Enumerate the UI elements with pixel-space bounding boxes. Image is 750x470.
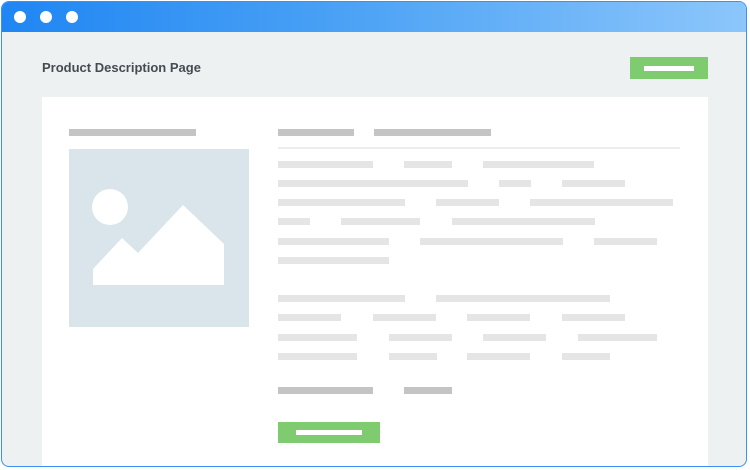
browser-window: Product Description Page <box>1 1 747 467</box>
product-card <box>42 97 708 466</box>
buy-button[interactable] <box>278 422 380 443</box>
text-line-placeholder <box>420 238 563 245</box>
text-line-placeholder <box>278 295 405 302</box>
text-line-placeholder <box>278 199 405 206</box>
button-label-placeholder <box>296 430 362 435</box>
text-line-placeholder <box>452 218 595 225</box>
text-line-placeholder <box>389 353 437 360</box>
text-line-placeholder <box>278 334 357 341</box>
header-action-button[interactable] <box>630 57 708 79</box>
tab-placeholder[interactable] <box>278 129 354 136</box>
text-line-placeholder <box>278 238 389 245</box>
image-placeholder-icon <box>92 189 224 285</box>
text-line-placeholder <box>404 161 452 168</box>
text-line-placeholder <box>467 314 530 321</box>
text-line-placeholder <box>483 334 546 341</box>
tab-divider <box>278 147 680 149</box>
price-value-placeholder <box>404 387 452 394</box>
text-line-placeholder <box>389 334 452 341</box>
text-line-placeholder <box>562 180 625 187</box>
tab-placeholder[interactable] <box>374 129 491 136</box>
text-line-placeholder <box>436 199 499 206</box>
text-line-placeholder <box>278 314 341 321</box>
text-line-placeholder <box>341 218 420 225</box>
text-line-placeholder <box>467 353 530 360</box>
text-line-placeholder <box>373 314 436 321</box>
price-label-placeholder <box>278 387 373 394</box>
text-line-placeholder <box>578 334 657 341</box>
page-title: Product Description Page <box>42 60 201 75</box>
button-label-placeholder <box>644 65 694 71</box>
text-line-placeholder <box>278 257 389 264</box>
text-line-placeholder <box>278 161 373 168</box>
text-line-placeholder <box>530 199 673 206</box>
text-line-placeholder <box>278 218 310 225</box>
text-line-placeholder <box>483 161 594 168</box>
title-bar <box>2 2 746 32</box>
text-line-placeholder <box>278 180 468 187</box>
window-minimize-button[interactable] <box>40 11 52 23</box>
text-line-placeholder <box>562 314 625 321</box>
text-line-placeholder <box>436 295 610 302</box>
text-line-placeholder <box>594 238 657 245</box>
window-maximize-button[interactable] <box>66 11 78 23</box>
product-image-placeholder <box>69 149 249 327</box>
text-line-placeholder <box>562 353 610 360</box>
text-line-placeholder <box>499 180 531 187</box>
image-caption-placeholder <box>69 129 196 136</box>
window-close-button[interactable] <box>14 11 26 23</box>
text-line-placeholder <box>278 353 357 360</box>
